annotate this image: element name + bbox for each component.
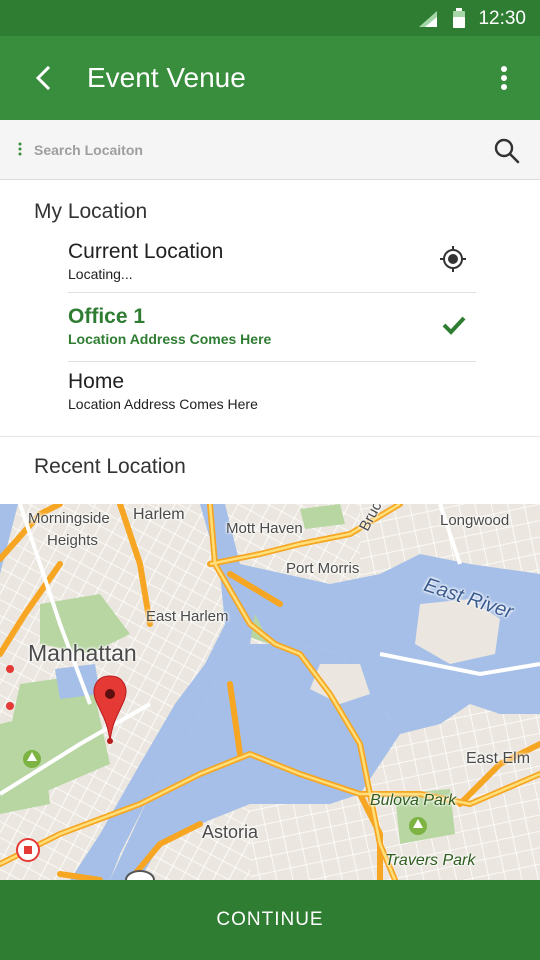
more-vert-icon: [501, 66, 507, 90]
map-label: Mott Haven: [226, 520, 303, 537]
map-label: Port Morris: [286, 560, 360, 577]
location-item-current[interactable]: Current Location Locating...: [68, 240, 476, 306]
map-label: Travers Park: [385, 852, 476, 869]
map-label: Bulova Park: [370, 792, 457, 809]
list-divider: [68, 292, 476, 293]
search-input[interactable]: [34, 134, 464, 166]
drag-handle-icon: [18, 142, 22, 161]
map-view[interactable]: Morningside Heights Harlem Mott Haven Br…: [0, 504, 540, 880]
map-base: [0, 504, 540, 880]
map-label: East Harlem: [146, 608, 229, 625]
page-title: Event Venue: [87, 62, 246, 93]
search-bar: [0, 120, 540, 180]
section-divider: [0, 436, 540, 437]
back-arrow-icon: [35, 65, 51, 91]
my-location-heading: My Location: [34, 200, 148, 223]
location-item-home[interactable]: Home Location Address Comes Here: [68, 370, 476, 436]
check-icon: [440, 313, 468, 342]
map-label: Longwood: [440, 512, 510, 529]
clock: 12:30: [478, 8, 526, 29]
back-button[interactable]: [26, 60, 62, 96]
continue-button[interactable]: CONTINUE: [0, 880, 540, 960]
map-label: Harlem: [133, 506, 185, 523]
location-subtitle: Location Address Comes Here: [68, 331, 272, 347]
map-label: Astoria: [202, 822, 259, 842]
map-label: Heights: [47, 532, 98, 549]
map-label: Morningside: [28, 510, 110, 527]
battery-icon: [452, 8, 466, 33]
search-icon: [494, 138, 520, 164]
overflow-menu-button[interactable]: [486, 60, 522, 96]
location-name: Home: [68, 370, 125, 393]
map-label: Manhattan: [28, 640, 137, 666]
location-name: Office 1: [68, 305, 146, 328]
signal-icon: [419, 11, 437, 32]
list-divider: [68, 361, 476, 362]
search-button[interactable]: [490, 134, 524, 168]
location-subtitle: Location Address Comes Here: [68, 396, 258, 412]
recent-location-heading: Recent Location: [34, 455, 186, 478]
location-name: Current Location: [68, 240, 224, 263]
status-bar: 12:30: [0, 0, 540, 36]
app-bar: Event Venue: [0, 36, 540, 120]
location-subtitle: Locating...: [68, 266, 133, 282]
map-label: East Elm: [466, 750, 531, 767]
gps-target-icon[interactable]: [438, 244, 468, 279]
